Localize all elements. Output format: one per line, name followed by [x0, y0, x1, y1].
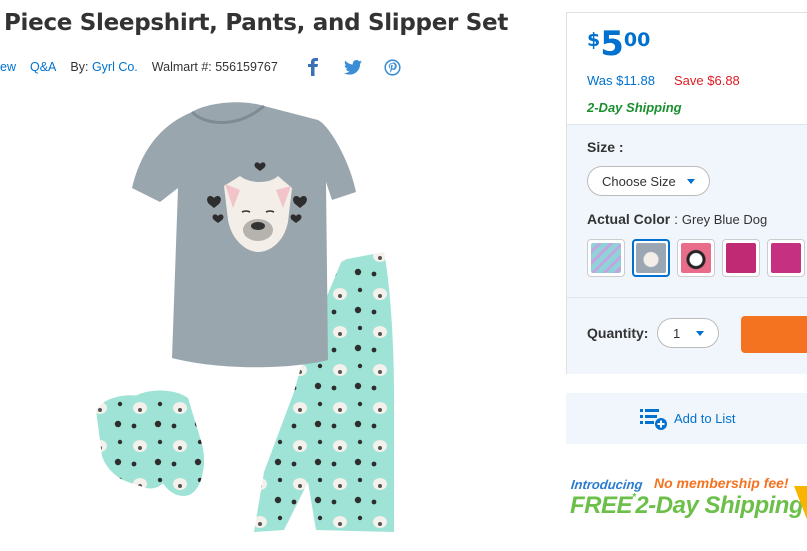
price-section: $500 Was $11.88 Save $6.88 2-Day Shippin… [567, 13, 807, 124]
quantity-value: 1 [673, 325, 681, 341]
was-price: Was $11.88 [587, 73, 655, 88]
shipping-badge: 2-Day Shipping [587, 100, 682, 115]
promo-no-fee: No membership fee! [654, 475, 789, 491]
size-label: Size : [587, 139, 624, 155]
add-to-cart-button[interactable] [741, 316, 807, 353]
swatch-1[interactable] [587, 239, 625, 277]
add-list-icon [640, 407, 668, 431]
product-title: Piece Sleepshirt, Pants, and Slipper Set [4, 10, 509, 36]
promo-intro: Introducing [570, 477, 644, 492]
quantity-label: Quantity: [587, 325, 649, 341]
pinterest-icon[interactable] [382, 56, 404, 78]
brand-link[interactable]: Gyrl Co. [92, 60, 138, 74]
swatch-5[interactable] [767, 239, 805, 277]
current-price: $500 [587, 27, 650, 61]
save-amount: Save $6.88 [674, 73, 740, 88]
divider [567, 297, 807, 298]
product-meta: ew Q&A By: Gyrl Co. Walmart #: 556159767 [0, 56, 422, 78]
chevron-down-icon [696, 331, 704, 336]
promo-truck-icon [794, 486, 807, 520]
qa-link[interactable]: Q&A [30, 60, 56, 74]
size-select-value: Choose Size [602, 173, 676, 189]
by-label: By: [70, 60, 89, 74]
add-to-list-label: Add to List [674, 411, 736, 426]
price-cents: 00 [623, 29, 651, 51]
color-value: Grey Blue Dog [681, 212, 768, 227]
color-swatches [587, 239, 807, 277]
facebook-icon[interactable] [302, 56, 324, 78]
social-share [302, 56, 422, 78]
walmart-label: Walmart #: [151, 60, 212, 74]
promo-free-shipping: FREE*2-Day Shipping [570, 492, 804, 519]
add-to-list-button[interactable]: Add to List [566, 393, 807, 444]
product-image[interactable] [88, 92, 433, 542]
walmart-number: 556159767 [215, 60, 278, 74]
swatch-3[interactable] [677, 239, 715, 277]
quantity-select[interactable]: 1 [657, 318, 719, 348]
swatch-2-selected[interactable] [632, 239, 670, 277]
swatch-4[interactable] [722, 239, 760, 277]
color-label-title: Actual Color [587, 211, 671, 227]
color-label: Actual Color : Grey Blue Dog [587, 211, 768, 227]
chevron-down-icon [687, 179, 695, 184]
size-select[interactable]: Choose Size [587, 166, 710, 196]
price-whole: 5 [600, 24, 624, 64]
twitter-icon[interactable] [342, 56, 364, 78]
price-currency: $ [587, 29, 601, 51]
item-number: Walmart #: 556159767 [152, 60, 278, 74]
buy-box: $500 Was $11.88 Save $6.88 2-Day Shippin… [566, 12, 807, 374]
brand-info: By: Gyrl Co. [70, 60, 137, 74]
options-section: Size : Choose Size Actual Color : Grey B… [567, 124, 807, 374]
shipping-promo-banner[interactable]: Introducing No membership fee! FREE*2-Da… [566, 470, 807, 550]
review-link[interactable]: ew [0, 60, 16, 74]
